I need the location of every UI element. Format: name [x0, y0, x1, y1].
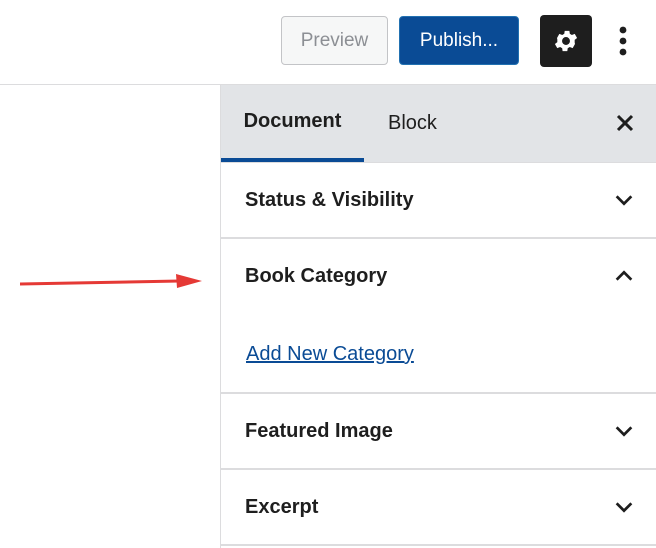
vertical-ellipsis-icon [619, 26, 627, 56]
panel-toggle-book-category[interactable]: Book Category [245, 239, 635, 313]
chevron-down-icon [615, 426, 633, 437]
annotation-arrow [20, 274, 202, 288]
panel-title: Book Category [245, 264, 388, 287]
tab-document[interactable]: Document [221, 85, 364, 162]
editor-header: Preview Publish... [0, 0, 656, 85]
panel-toggle-excerpt[interactable]: Excerpt [245, 470, 635, 544]
chevron-down-icon [615, 195, 633, 206]
more-options-button[interactable] [610, 20, 636, 62]
chevron-up-icon [615, 270, 633, 281]
preview-button[interactable]: Preview [281, 16, 388, 65]
panel-status-visibility: Status & Visibility [221, 163, 656, 239]
panel-title: Featured Image [245, 419, 393, 442]
gear-icon [554, 30, 578, 52]
panel-title: Status & Visibility [245, 188, 414, 211]
sidebar-tabs: Document Block [221, 85, 656, 163]
panel-title: Excerpt [245, 495, 319, 518]
panel-featured-image: Featured Image [221, 394, 656, 470]
panel-toggle-featured-image[interactable]: Featured Image [245, 394, 635, 468]
settings-button[interactable] [540, 15, 592, 67]
panel-excerpt: Excerpt [221, 470, 656, 546]
tab-block[interactable]: Block [388, 85, 437, 162]
add-new-category-link[interactable]: Add New Category [246, 343, 414, 366]
settings-sidebar: Document Block Status & Visibility Book … [220, 85, 656, 548]
publish-button[interactable]: Publish... [399, 16, 519, 65]
chevron-down-icon [615, 502, 633, 513]
panel-book-category: Book Category Add New Category [221, 239, 656, 394]
close-icon[interactable] [613, 111, 637, 135]
panel-toggle-status-visibility[interactable]: Status & Visibility [245, 163, 635, 237]
